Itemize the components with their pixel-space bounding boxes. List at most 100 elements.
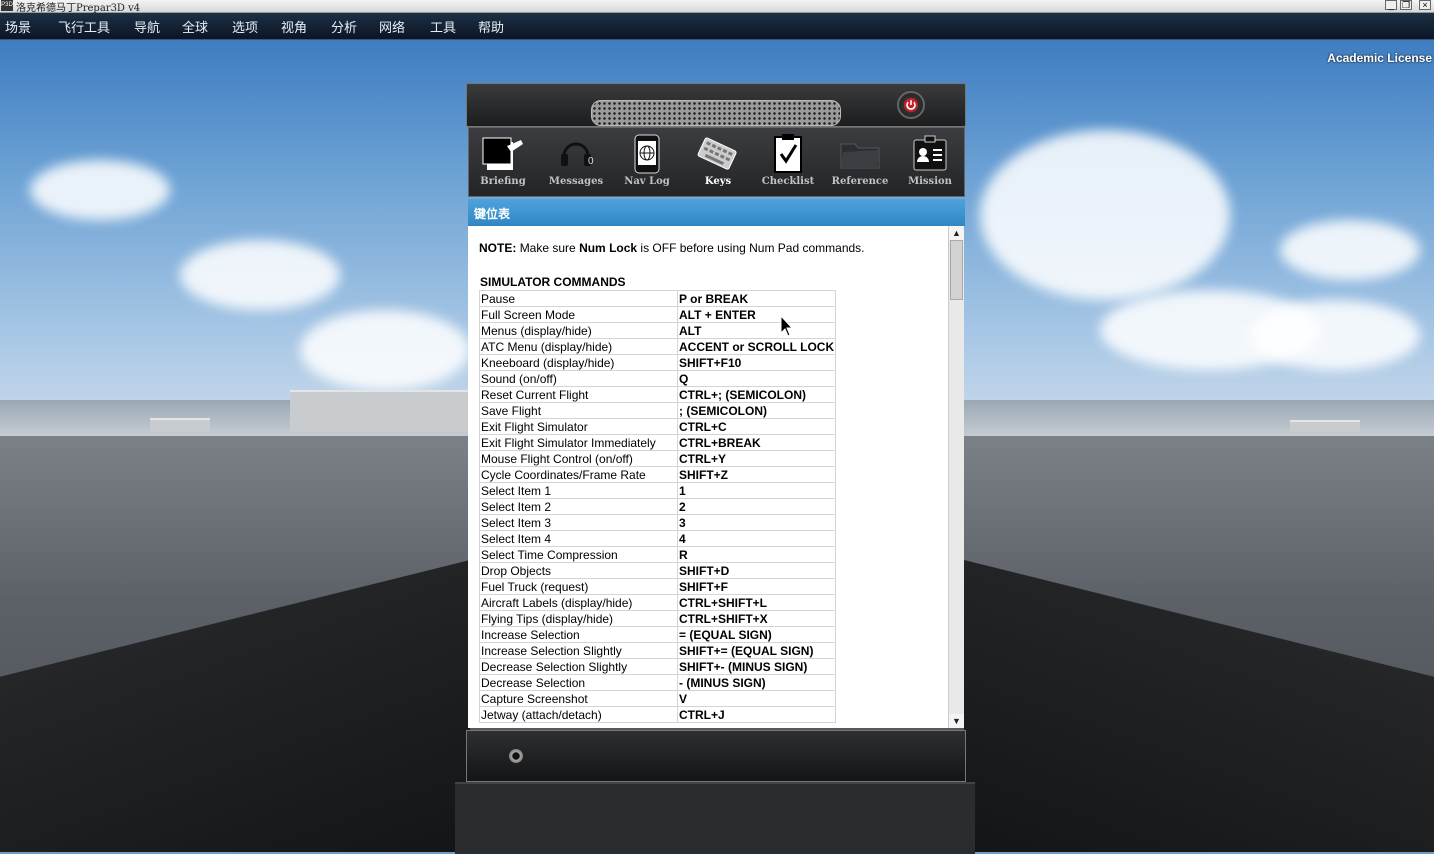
menu-world[interactable]: 全球 — [182, 17, 208, 36]
minimize-icon[interactable]: _ — [1385, 0, 1397, 10]
simulator-commands-table: Pause P or BREAK Full Screen Mode ALT + ENT… — [479, 290, 837, 723]
kneeboard-title-bar: 键位表 — [468, 199, 965, 226]
table-row: Select Item 44 — [479, 530, 837, 547]
key-cell: P or BREAK — [676, 290, 837, 307]
command-cell: Sound (on/off) — [479, 370, 678, 387]
key-cell: 1 — [676, 482, 837, 499]
keys-document[interactable]: NOTE: Make sure Num Lock is OFF before u… — [468, 226, 948, 728]
command-cell: Increase Selection Slightly — [479, 642, 678, 659]
command-cell: Decrease Selection — [479, 674, 678, 691]
key-cell: 3 — [676, 514, 837, 531]
tab-briefing[interactable]: Briefing — [469, 134, 537, 194]
menu-tools[interactable]: 工具 — [430, 17, 456, 36]
key-cell: SHIFT+= (EQUAL SIGN) — [676, 642, 837, 659]
command-cell: Select Item 3 — [479, 514, 678, 531]
instrument-panel — [455, 782, 975, 854]
table-row: Increase Selection Slightly SHIFT+= (EQUA… — [479, 642, 837, 659]
key-cell: SHIFT+F10 — [676, 354, 837, 371]
command-cell: Pause — [479, 290, 678, 307]
menu-navigation[interactable]: 导航 — [134, 17, 160, 36]
kneeboard-top-bezel — [466, 83, 966, 127]
table-row: Select Item 11 — [479, 482, 837, 499]
menu-views[interactable]: 视角 — [281, 17, 307, 36]
scroll-thumb[interactable] — [950, 240, 963, 300]
table-row: Sound (on/off) Q — [479, 370, 837, 387]
table-row: Increase Selection = (EQUAL SIGN) — [479, 626, 837, 643]
tab-keys[interactable]: Keys — [684, 134, 752, 194]
scroll-down-icon[interactable]: ▼ — [949, 714, 964, 728]
command-cell: Cycle Coordinates/Frame Rate — [479, 466, 678, 483]
table-row: Select Item 22 — [479, 498, 837, 515]
keyboard-icon — [684, 134, 752, 174]
command-cell: Save Flight — [479, 402, 678, 419]
table-row: Exit Flight Simulator CTRL+C — [479, 418, 837, 435]
key-cell: R — [676, 546, 837, 563]
key-cell: CTRL+SHIFT+X — [676, 610, 837, 627]
table-row: Decrease Selection Slightly SHIFT+- (MINU… — [479, 658, 837, 675]
table-row: Kneeboard (display/hide) SHIFT+F10 — [479, 354, 837, 371]
key-cell: SHIFT+Z — [676, 466, 837, 483]
key-cell: ALT — [676, 322, 837, 339]
restore-icon[interactable]: ❐ — [1400, 0, 1412, 10]
tab-nav-log[interactable]: Nav Log — [613, 134, 681, 194]
section-title: SIMULATOR COMMANDS — [480, 275, 626, 289]
tab-messages[interactable]: 0 Messages — [542, 134, 610, 194]
close-icon[interactable]: × — [1419, 0, 1431, 10]
table-row: Pause P or BREAK — [479, 290, 837, 307]
table-row: Aircraft Labels (display/hide) CTRL+SHIFT… — [479, 594, 837, 611]
window-title: 洛克希德马丁Prepar3D v4 — [16, 3, 141, 14]
kneeboard-toolbar: Briefing 0 Messages Nav Log Keys Checkli… — [468, 127, 965, 197]
menu-flight-tools[interactable]: 飞行工具 — [58, 17, 110, 36]
key-cell: SHIFT+D — [676, 562, 837, 579]
key-cell: 2 — [676, 498, 837, 515]
command-cell: Mouse Flight Control (on/off) — [479, 450, 678, 467]
command-cell: Select Item 4 — [479, 530, 678, 547]
id-card-icon — [896, 134, 964, 174]
key-cell: ALT + ENTER — [676, 306, 837, 323]
command-cell: Fuel Truck (request) — [479, 578, 678, 595]
key-cell: CTRL+Y — [676, 450, 837, 467]
key-cell: CTRL+SHIFT+L — [676, 594, 837, 611]
menu-options[interactable]: 选项 — [232, 17, 258, 36]
power-icon[interactable] — [897, 91, 925, 119]
command-cell: Decrease Selection Slightly — [479, 658, 678, 675]
svg-text:0: 0 — [588, 156, 594, 167]
tab-reference[interactable]: Reference — [826, 134, 894, 194]
app-icon[interactable]: P3D — [1, 0, 13, 11]
mouse-cursor-icon — [780, 314, 794, 342]
command-cell: Reset Current Flight — [479, 386, 678, 403]
table-row: Select Time Compression R — [479, 546, 837, 563]
menu-network[interactable]: 网络 — [379, 17, 405, 36]
clipboard-check-icon — [754, 134, 822, 174]
tab-mission[interactable]: Mission — [896, 134, 964, 194]
menu-scenario[interactable]: 场景 — [5, 17, 31, 36]
table-row: Mouse Flight Control (on/off) CTRL+Y — [479, 450, 837, 467]
command-cell: Kneeboard (display/hide) — [479, 354, 678, 371]
command-cell: Select Item 1 — [479, 482, 678, 499]
command-cell: Exit Flight Simulator — [479, 418, 678, 435]
command-cell: Jetway (attach/detach) — [479, 706, 678, 723]
vertical-scrollbar[interactable]: ▲ ▼ — [948, 226, 964, 728]
key-cell: SHIFT+- (MINUS SIGN) — [676, 658, 837, 675]
key-cell: CTRL+BREAK — [676, 434, 837, 451]
key-cell: ACCENT or SCROLL LOCK — [676, 338, 837, 355]
command-cell: Exit Flight Simulator Immediately — [479, 434, 678, 451]
menu-analysis[interactable]: 分析 — [331, 17, 357, 36]
key-cell: - (MINUS SIGN) — [676, 674, 837, 691]
command-cell: Full Screen Mode — [479, 306, 678, 323]
kneeboard-bottom-bezel — [466, 730, 966, 782]
table-row: Jetway (attach/detach) CTRL+J — [479, 706, 837, 723]
scroll-up-icon[interactable]: ▲ — [949, 226, 964, 240]
command-cell: Drop Objects — [479, 562, 678, 579]
menu-help[interactable]: 帮助 — [478, 17, 504, 36]
license-label: Academic License — [1327, 51, 1432, 65]
command-cell: Increase Selection — [479, 626, 678, 643]
window-titlebar: P3D 洛克希德马丁Prepar3D v4 _ ❐ × — [0, 0, 1434, 14]
key-cell: = (EQUAL SIGN) — [676, 626, 837, 643]
table-row: Select Item 33 — [479, 514, 837, 531]
tab-checklist[interactable]: Checklist — [754, 134, 822, 194]
key-cell: SHIFT+F — [676, 578, 837, 595]
command-cell: Capture Screenshot — [479, 690, 678, 707]
key-cell: ; (SEMICOLON) — [676, 402, 837, 419]
command-cell: ATC Menu (display/hide) — [479, 338, 678, 355]
